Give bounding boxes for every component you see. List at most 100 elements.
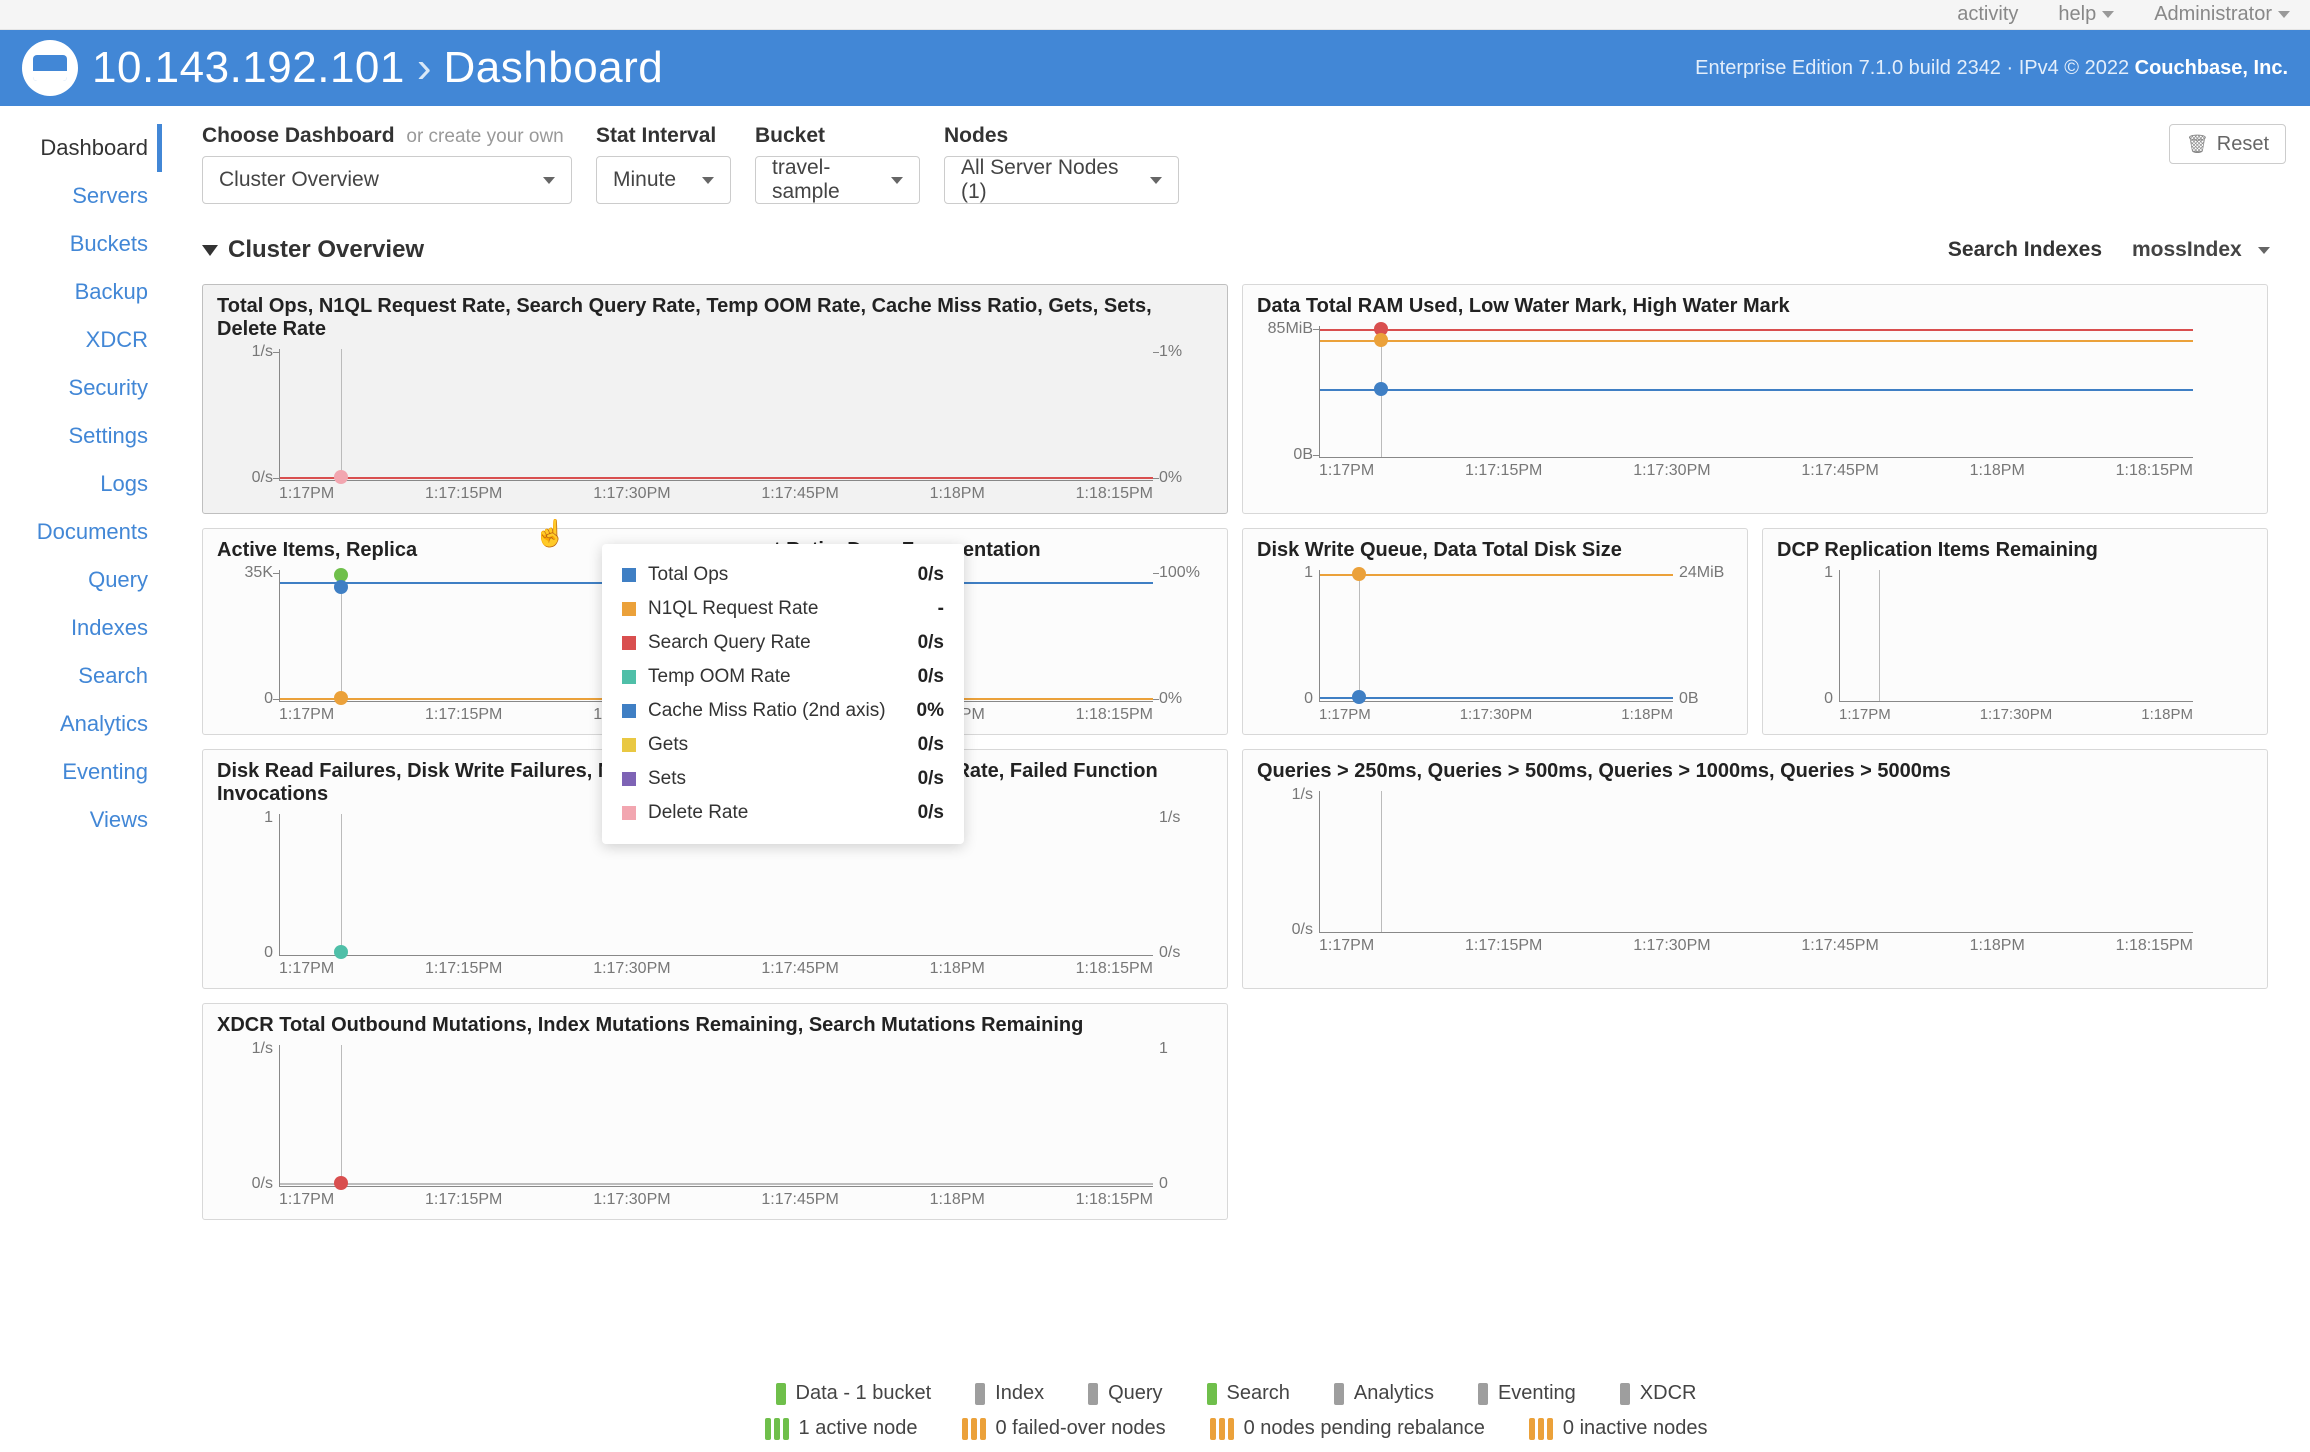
chart-title: Disk Write Queue, Data Total Disk Size: [1257, 539, 1733, 562]
footer-legend-item: XDCR: [1620, 1382, 1697, 1405]
sidebar-item-indexes[interactable]: Indexes: [0, 604, 162, 652]
sidebar-item-xdcr[interactable]: XDCR: [0, 316, 162, 364]
cursor-icon: ☝: [534, 518, 566, 549]
tooltip-label: N1QL Request Rate: [648, 598, 818, 620]
chart-slow-queries[interactable]: Queries > 250ms, Queries > 500ms, Querie…: [1242, 749, 2268, 989]
chevron-down-icon: [2258, 247, 2270, 254]
sidebar-item-settings[interactable]: Settings: [0, 412, 162, 460]
chart-dcp[interactable]: DCP Replication Items Remaining 10 1:17P…: [1762, 528, 2268, 735]
sidebar-item-documents[interactable]: Documents: [0, 508, 162, 556]
tooltip-label: Sets: [648, 768, 686, 790]
x-tick: 1:17PM: [279, 960, 334, 982]
main-content: Choose Dashboard or create your own Clus…: [162, 106, 2310, 1452]
tooltip-value: 0/s: [918, 734, 944, 756]
chart-title: Data Total RAM Used, Low Water Mark, Hig…: [1257, 295, 2253, 318]
x-tick: 1:17PM: [1319, 937, 1374, 959]
x-tick: 1:17:30PM: [1633, 937, 1710, 959]
chart-grid: Total Ops, N1QL Request Rate, Search Que…: [202, 284, 2286, 1220]
chart-mutations[interactable]: XDCR Total Outbound Mutations, Index Mut…: [202, 1003, 1228, 1220]
create-dashboard-link[interactable]: or create your own: [406, 126, 563, 147]
breadcrumb-page: Dashboard: [444, 43, 664, 93]
footer-legend-item: 0 inactive nodes: [1529, 1417, 1708, 1440]
user-menu[interactable]: Administrator: [2154, 3, 2290, 26]
sidebar-item-query[interactable]: Query: [0, 556, 162, 604]
x-tick: 1:18PM: [930, 960, 985, 982]
choose-dashboard-label: Choose Dashboard or create your own: [202, 124, 572, 148]
legend-swatch: [622, 704, 636, 718]
chart-title: XDCR Total Outbound Mutations, Index Mut…: [217, 1014, 1213, 1037]
x-tick: 1:17PM: [1839, 706, 1891, 728]
x-tick: 1:17:45PM: [1801, 462, 1878, 484]
nodes-select[interactable]: All Server Nodes (1): [944, 156, 1179, 204]
activity-link[interactable]: activity: [1957, 3, 2018, 26]
x-tick: 1:18:15PM: [2116, 462, 2193, 484]
x-tick: 1:17:15PM: [425, 485, 502, 507]
x-tick: 1:17:30PM: [593, 485, 670, 507]
x-tick: 1:18:15PM: [2116, 937, 2193, 959]
x-tick: 1:17:45PM: [761, 485, 838, 507]
x-tick: 1:17:15PM: [1465, 462, 1542, 484]
footer-legend-item: Search: [1207, 1382, 1290, 1405]
footer-legend-item: 1 active node: [765, 1417, 918, 1440]
legend-swatch: [622, 636, 636, 650]
status-footer: Data - 1 bucketIndexQuerySearchAnalytics…: [162, 1367, 2310, 1452]
legend-swatch: [622, 772, 636, 786]
search-indexes-select[interactable]: mossIndex: [2116, 230, 2286, 270]
chart-title: Queries > 250ms, Queries > 500ms, Querie…: [1257, 760, 2253, 783]
tooltip-row: Delete Rate0/s: [622, 796, 944, 830]
footer-legend-item: Data - 1 bucket: [776, 1382, 932, 1405]
x-tick: 1:17PM: [1319, 462, 1374, 484]
chart-title: Total Ops, N1QL Request Rate, Search Que…: [217, 295, 1213, 341]
chart-disk-write[interactable]: Disk Write Queue, Data Total Disk Size 1…: [1242, 528, 1748, 735]
sidebar-item-logs[interactable]: Logs: [0, 460, 162, 508]
sidebar-item-servers[interactable]: Servers: [0, 172, 162, 220]
stat-interval-select[interactable]: Minute: [596, 156, 731, 204]
tooltip-value: -: [938, 598, 944, 620]
bucket-label: Bucket: [755, 124, 920, 148]
x-tick: 1:17PM: [279, 485, 334, 507]
x-tick: 1:17PM: [1319, 706, 1371, 728]
sidebar-item-dashboard[interactable]: Dashboard: [0, 124, 162, 172]
logo-icon: [22, 40, 78, 96]
x-tick: 1:17:45PM: [761, 1191, 838, 1213]
edition-info: Enterprise Edition 7.1.0 build 2342 · IP…: [1695, 57, 2288, 80]
reset-button[interactable]: Reset: [2169, 124, 2286, 164]
footer-legend-item: Analytics: [1334, 1382, 1434, 1405]
tooltip-label: Search Query Rate: [648, 632, 811, 654]
chart-ops[interactable]: Total Ops, N1QL Request Rate, Search Que…: [202, 284, 1228, 514]
sidebar-item-security[interactable]: Security: [0, 364, 162, 412]
sidebar-item-backup[interactable]: Backup: [0, 268, 162, 316]
chevron-down-icon: [702, 177, 714, 184]
sidebar-item-analytics[interactable]: Analytics: [0, 700, 162, 748]
tooltip-row: Cache Miss Ratio (2nd axis)0%: [622, 694, 944, 728]
x-tick: 1:18:15PM: [1076, 485, 1153, 507]
tooltip-value: 0/s: [918, 564, 944, 586]
nodes-label: Nodes: [944, 124, 1179, 148]
x-tick: 1:18PM: [1970, 937, 2025, 959]
x-tick: 1:17PM: [279, 1191, 334, 1213]
legend-swatch: [622, 568, 636, 582]
help-menu[interactable]: help: [2058, 3, 2114, 26]
sidebar-item-buckets[interactable]: Buckets: [0, 220, 162, 268]
bucket-select[interactable]: travel-sample: [755, 156, 920, 204]
chevron-down-icon: [2278, 11, 2290, 18]
x-tick: 1:17:15PM: [425, 1191, 502, 1213]
sidebar-item-search[interactable]: Search: [0, 652, 162, 700]
x-tick: 1:17:45PM: [761, 960, 838, 982]
tooltip-row: Gets 0/s: [622, 728, 944, 762]
choose-dashboard-select[interactable]: Cluster Overview: [202, 156, 572, 204]
tooltip-label: Gets: [648, 734, 688, 756]
trash-icon: [2186, 133, 2209, 156]
sidebar-item-views[interactable]: Views: [0, 796, 162, 844]
x-tick: 1:17:15PM: [1465, 937, 1542, 959]
utility-bar: activity help Administrator: [0, 0, 2310, 30]
x-tick: 1:17PM: [279, 706, 334, 728]
sidebar-item-eventing[interactable]: Eventing: [0, 748, 162, 796]
section-title: Cluster Overview: [228, 236, 424, 264]
chevron-down-icon: [543, 177, 555, 184]
sidebar: DashboardServersBucketsBackupXDCRSecurit…: [0, 106, 162, 1452]
x-tick: 1:18:15PM: [1076, 1191, 1153, 1213]
collapse-icon[interactable]: [202, 245, 218, 256]
chart-ram[interactable]: Data Total RAM Used, Low Water Mark, Hig…: [1242, 284, 2268, 514]
breadcrumb-host[interactable]: 10.143.192.101: [92, 43, 405, 93]
